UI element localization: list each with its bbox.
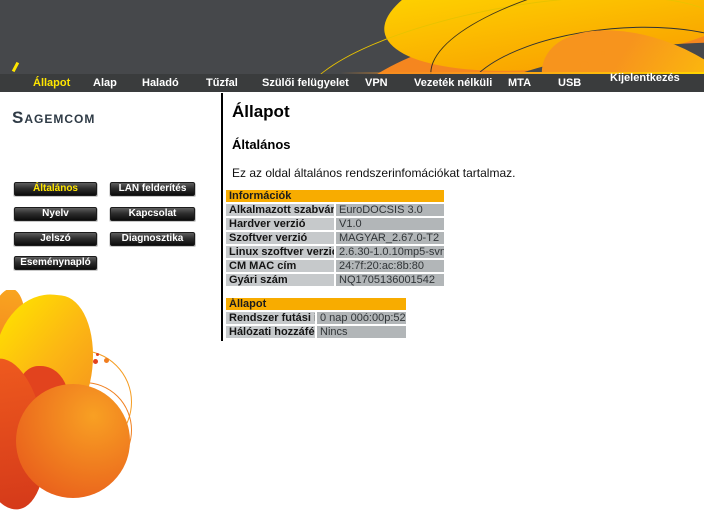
row-label: Gyári szám: [226, 274, 334, 286]
flower-dot: [93, 359, 98, 364]
flower-decoration: [0, 290, 140, 514]
flower-petal: [0, 290, 100, 449]
status-table: Állapot Rendszer futási idő 0 nap 00ó:00…: [224, 296, 408, 340]
nav-item-vezetek-nelkuli[interactable]: Vezeték nélküli: [414, 77, 492, 89]
table-row: Hálózati hozzáférés Nincs: [226, 326, 406, 338]
row-value: Nincs: [317, 326, 406, 338]
table-row: Alkalmazott szabvány EuroDOCSIS 3.0: [226, 204, 444, 216]
sidebar-item-jelszo[interactable]: Jelszó: [14, 232, 97, 246]
row-value: V1.0: [336, 218, 444, 230]
table-row: Rendszer futási idő 0 nap 00ó:00p:52mp: [226, 312, 406, 324]
nav-item-tuzfal[interactable]: Tűzfal: [206, 77, 238, 89]
row-label: Linux szoftver verzió: [226, 246, 334, 258]
row-value: 2.6.30-1.0.10mp5-svn4028: [336, 246, 444, 258]
banner-yellow-tick: [12, 62, 19, 72]
row-value: NQ1705136001542: [336, 274, 444, 286]
sagemcom-logo: Sagemcom: [12, 108, 95, 128]
table-row: Szoftver verzió MAGYAR_2.67.0-T2: [226, 232, 444, 244]
row-label: Hardver verzió: [226, 218, 334, 230]
row-label: CM MAC cím: [226, 260, 334, 272]
row-value: MAGYAR_2.67.0-T2: [336, 232, 444, 244]
page-title: Állapot: [232, 102, 694, 122]
table-row: Linux szoftver verzió 2.6.30-1.0.10mp5-s…: [226, 246, 444, 258]
row-value: 0 nap 00ó:00p:52mp: [317, 312, 406, 324]
row-value: 24:7f:20:ac:8b:80: [336, 260, 444, 272]
top-nav: Állapot Alap Haladó Tűzfal Szülői felügy…: [0, 74, 704, 92]
banner: [0, 0, 704, 74]
table-section-header: Információk: [226, 190, 444, 202]
sidebar-item-esemenynaplo[interactable]: Eseménynapló: [14, 256, 97, 270]
nav-item-halado[interactable]: Haladó: [142, 77, 179, 89]
table-section-header: Állapot: [226, 298, 406, 310]
flower-petal: [0, 354, 54, 514]
flower-circle: [16, 384, 130, 498]
row-label: Rendszer futási idő: [226, 312, 315, 324]
nav-item-kijelentkezes[interactable]: Kijelentkezés: [610, 72, 680, 84]
flower-dot: [96, 353, 99, 356]
sidebar-item-lan-felderites[interactable]: LAN felderítés: [110, 182, 195, 196]
banner-dot: [580, 61, 589, 70]
flower-ring: [28, 350, 132, 454]
flower-ring: [36, 382, 132, 478]
content-divider-line: [221, 93, 223, 341]
nav-item-allapot[interactable]: Állapot: [33, 77, 70, 89]
router-admin-page: Állapot Alap Haladó Tűzfal Szülői felügy…: [0, 0, 704, 514]
row-label: Hálózati hozzáférés: [226, 326, 315, 338]
flower-dot: [104, 358, 109, 363]
table-row: CM MAC cím 24:7f:20:ac:8b:80: [226, 260, 444, 272]
sidebar-item-diagnosztika[interactable]: Diagnosztika: [110, 232, 195, 246]
page-description: Ez az oldal általános rendszerinfomációk…: [232, 166, 694, 180]
sidebar-item-kapcsolat[interactable]: Kapcsolat: [110, 207, 195, 221]
sidebar-item-altalanos[interactable]: Általános: [14, 182, 97, 196]
page-subtitle: Általános: [232, 137, 694, 152]
flower-petal: [0, 290, 34, 421]
nav-item-usb[interactable]: USB: [558, 77, 581, 89]
nav-item-mta[interactable]: MTA: [508, 77, 531, 89]
nav-item-vpn[interactable]: VPN: [365, 77, 388, 89]
info-table: Információk Alkalmazott szabvány EuroDOC…: [224, 188, 446, 288]
sidebar-item-nyelv[interactable]: Nyelv: [14, 207, 97, 221]
main-content: Állapot Általános Ez az oldal általános …: [224, 96, 694, 340]
row-label: Alkalmazott szabvány: [226, 204, 334, 216]
row-value: EuroDOCSIS 3.0: [336, 204, 444, 216]
nav-item-szuloi-felugyelet[interactable]: Szülői felügyelet: [262, 77, 349, 89]
row-label: Szoftver verzió: [226, 232, 334, 244]
table-row: Gyári szám NQ1705136001542: [226, 274, 444, 286]
table-row: Hardver verzió V1.0: [226, 218, 444, 230]
banner-dot: [601, 51, 605, 55]
nav-item-alap[interactable]: Alap: [93, 77, 117, 89]
flower-petal: [16, 366, 68, 432]
